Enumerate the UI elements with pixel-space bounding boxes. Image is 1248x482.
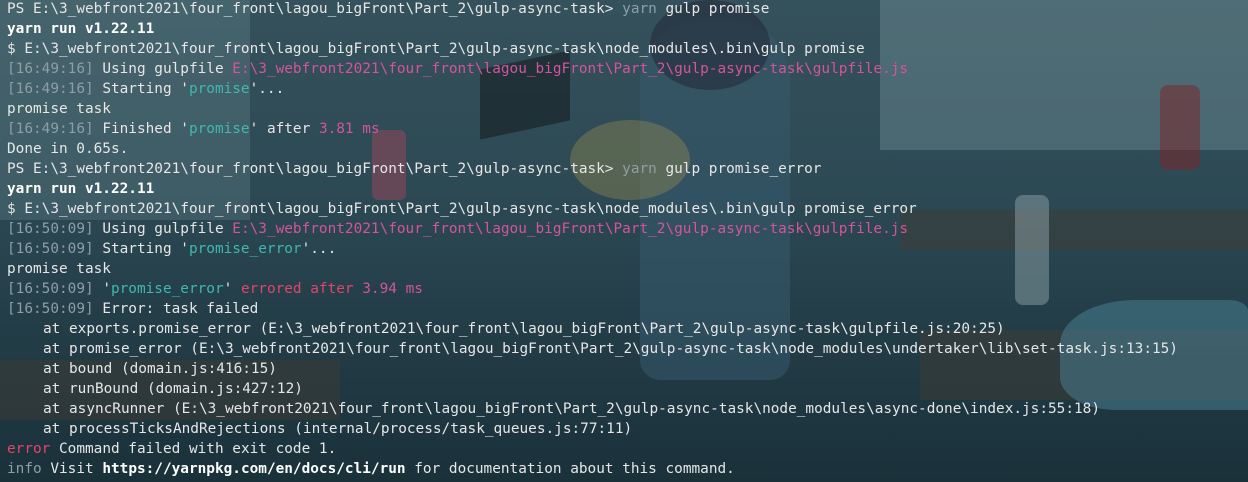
output-text: promise task — [7, 261, 111, 277]
output-text: $ E:\3_webfront2021\four_front\lagou_big… — [7, 41, 865, 57]
terminal-line: [16:50:09] Using gulpfile E:\3_webfront2… — [7, 221, 909, 237]
stack-frame: at runBound (domain.js:427:12) — [43, 381, 303, 397]
terminal-line: [16:50:09] 'promise_error' errored after… — [7, 281, 423, 297]
terminal-line: at processTicksAndRejections (internal/p… — [7, 419, 1248, 439]
terminal-line: at runBound (domain.js:427:12) — [7, 379, 1248, 399]
output-text: promise task — [7, 101, 111, 117]
yarn-version: yarn run v1.22.11 — [7, 21, 155, 37]
terminal-line: at promise_error (E:\3_webfront2021\four… — [7, 339, 1248, 359]
command-args: gulp promise — [665, 1, 770, 17]
log-label: Using gulpfile — [102, 61, 224, 77]
terminal-line: yarn run v1.22.11 — [7, 19, 1248, 39]
error-message: Error: task failed — [102, 301, 259, 317]
info-text: for documentation about this command. — [414, 461, 735, 477]
duration: 3.94 ms — [362, 281, 423, 297]
terminal-line: PS E:\3_webfront2021\four_front\lagou_bi… — [7, 0, 1248, 19]
stack-frame: at bound (domain.js:416:15) — [43, 361, 277, 377]
task-name: promise — [188, 121, 250, 137]
timestamp: 16:50:09 — [15, 281, 85, 297]
duration: 3.81 ms — [318, 121, 380, 137]
yarn-version: yarn run v1.22.11 — [7, 181, 155, 197]
terminal-line: $ E:\3_webfront2021\four_front\lagou_big… — [7, 39, 1248, 59]
error-text: Command failed with exit code 1. — [59, 441, 337, 457]
stack-frame: at exports.promise_error (E:\3_webfront2… — [43, 321, 1005, 337]
terminal-line: [16:50:09] Starting 'promise_error'... — [7, 241, 337, 257]
error-label: error — [7, 441, 51, 457]
terminal-line: $ E:\3_webfront2021\four_front\lagou_big… — [7, 199, 1248, 219]
log-label: Starting — [102, 241, 172, 257]
command-name: yarn — [622, 161, 657, 177]
terminal-line: at bound (domain.js:416:15) — [7, 359, 1248, 379]
info-text: Visit — [50, 461, 94, 477]
terminal-line: promise task — [7, 259, 1248, 279]
task-name: promise — [188, 81, 250, 97]
terminal-line: info Visit https://yarnpkg.com/en/docs/c… — [7, 459, 1248, 479]
timestamp: 16:49:16 — [15, 61, 85, 77]
timestamp: 16:50:09 — [15, 221, 85, 237]
terminal-line: yarn run v1.22.11 — [7, 179, 1248, 199]
gulpfile-path: E:\3_webfront2021\four_front\lagou_bigFr… — [232, 221, 909, 237]
output-text: Done in 0.65s. — [7, 141, 129, 157]
terminal-line: [16:49:16] Starting 'promise'... — [7, 81, 285, 97]
terminal-line: [16:50:09] Error: task failed — [7, 301, 259, 317]
terminal-line: [16:49:16] Using gulpfile E:\3_webfront2… — [7, 61, 909, 77]
terminal-line: at asyncRunner (E:\3_webfront2021\four_f… — [7, 399, 1248, 419]
stack-frame: at asyncRunner (E:\3_webfront2021\four_f… — [43, 401, 1100, 417]
stack-frame: at promise_error (E:\3_webfront2021\four… — [43, 341, 1178, 357]
terminal-line: [16:49:16] Finished 'promise' after 3.81… — [7, 121, 380, 137]
stack-frame: at processTicksAndRejections (internal/p… — [43, 421, 633, 437]
task-name: promise_error — [110, 281, 224, 297]
timestamp: 16:49:16 — [15, 121, 85, 137]
output-text: $ E:\3_webfront2021\four_front\lagou_big… — [7, 201, 917, 217]
info-label: info — [7, 461, 42, 477]
log-label: Using gulpfile — [102, 221, 224, 237]
terminal-line: Done in 0.65s. — [7, 139, 1248, 159]
terminal-line: PS E:\3_webfront2021\four_front\lagou_bi… — [7, 159, 1248, 179]
timestamp: 16:50:09 — [15, 241, 85, 257]
docs-link: https://yarnpkg.com/en/docs/cli/run — [102, 461, 406, 477]
terminal-line: at exports.promise_error (E:\3_webfront2… — [7, 319, 1248, 339]
terminal-line: error Command failed with exit code 1. — [7, 439, 1248, 459]
errored-label: errored after — [240, 281, 354, 297]
shell-prompt: PS E:\3_webfront2021\four_front\lagou_bi… — [7, 161, 614, 177]
terminal-line: promise task — [7, 99, 1248, 119]
command-args: gulp promise_error — [665, 161, 822, 177]
gulpfile-path: E:\3_webfront2021\four_front\lagou_bigFr… — [232, 61, 909, 77]
timestamp: 16:49:16 — [15, 81, 85, 97]
timestamp: 16:50:09 — [15, 301, 85, 317]
after-label: after — [266, 121, 311, 137]
task-name: promise_error — [188, 241, 302, 257]
log-label: Finished — [102, 121, 172, 137]
shell-prompt: PS E:\3_webfront2021\four_front\lagou_bi… — [7, 1, 614, 17]
log-label: Starting — [102, 81, 172, 97]
command-name: yarn — [622, 1, 657, 17]
terminal-output[interactable]: PS E:\3_webfront2021\four_front\lagou_bi… — [0, 0, 1248, 482]
